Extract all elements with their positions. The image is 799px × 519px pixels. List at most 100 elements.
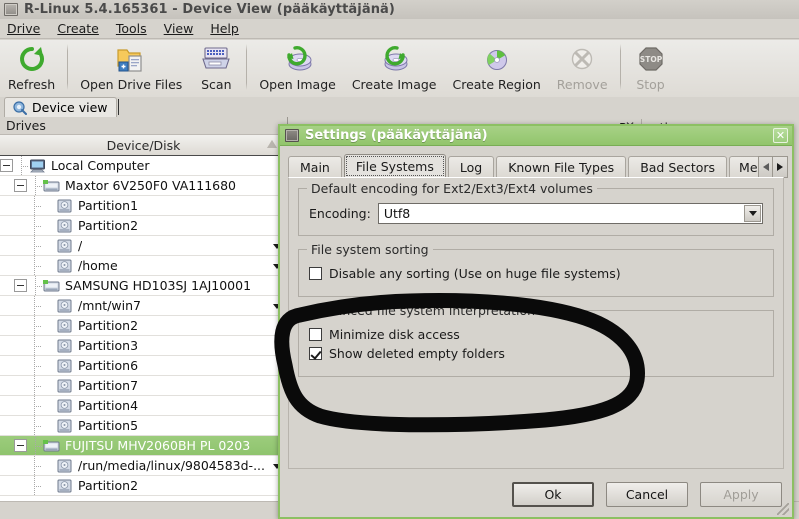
tree-connector [15,156,29,175]
apply-button[interactable]: Apply [700,482,782,507]
tree-row[interactable]: /home [0,256,287,276]
tree-row-label: Partition3 [78,338,139,353]
tree-collapse-icon[interactable] [14,279,27,292]
tree-row-label: /home [78,258,118,273]
cancel-button[interactable]: Cancel [606,482,688,507]
dialog-body: Default encoding for Ext2/Ext3/Ext4 volu… [288,177,784,469]
tree-row[interactable]: Maxtor 6V250F0 VA111680 [0,176,287,196]
tree-row[interactable]: SAMSUNG HD103SJ 1AJ10001 [0,276,287,296]
tree-row-label: Partition4 [78,398,139,413]
menu-view-label: View [163,21,194,36]
encoding-select[interactable]: Utf8 [377,203,763,224]
checkbox-row-disable-sorting[interactable]: Disable any sorting (Use on huge file sy… [309,266,763,281]
tree-row[interactable]: Partition7 [0,376,287,396]
tree-collapse-icon[interactable] [14,439,27,452]
tree-connector [28,396,42,415]
tree-row[interactable]: Local Computer [0,156,287,176]
toolbar-open-image-button[interactable]: Open Image [251,40,344,95]
scroll-right-icon[interactable] [773,156,788,178]
tree-row-label: FUJITSU MHV2060BH PL 0203 [65,438,251,453]
tree-row[interactable]: Partition2 [0,216,287,236]
menu-create[interactable]: Create [57,21,99,36]
tree-connector [28,216,42,235]
tree-row[interactable]: Partition5 [0,416,287,436]
menu-drive[interactable]: Drive [7,21,40,36]
tree-row[interactable]: FUJITSU MHV2060BH PL 0203 [0,436,287,456]
menu-view[interactable]: View [164,21,194,36]
chevron-down-icon[interactable] [744,205,761,222]
toolbar-scan-button[interactable]: Scan [190,40,242,95]
dialog-tab-log[interactable]: Log [447,156,495,178]
scroll-left-icon[interactable] [758,156,773,178]
toolbar-create-region-button[interactable]: Create Region [444,40,548,95]
tree-row[interactable]: Partition2 [0,476,287,496]
toolbar-separator [67,44,69,90]
view-tabstrip: Device view [0,97,799,117]
dialog-app-icon [285,129,299,142]
tree-row[interactable]: / [0,236,287,256]
dialog-tab-known-file-types[interactable]: Known File Types [496,156,627,178]
column-header-device-disk[interactable]: Device/Disk [0,135,287,156]
dialog-tab-main[interactable]: Main [288,156,342,178]
tree-connector [28,416,42,435]
resize-grip-icon[interactable] [777,503,789,515]
toolbar-create-region-label: Create Region [452,77,541,92]
tree-row[interactable]: Partition6 [0,356,287,376]
tree-row[interactable]: Partition3 [0,336,287,356]
menu-help[interactable]: Help [210,21,239,36]
tree-connector [28,456,42,475]
checkbox-row-minimize-disk-access[interactable]: Minimize disk access [309,327,763,342]
toolbar-refresh-button[interactable]: Refresh [0,40,63,95]
apply-button-label: Apply [723,487,759,502]
menu-tools[interactable]: Tools [116,21,147,36]
tree-row-label: Partition2 [78,478,139,493]
tree-collapse-icon[interactable] [0,159,13,172]
drives-pane: Drives Device/Disk Local Computer Maxtor … [0,117,288,502]
tree-row[interactable]: /mnt/win7 [0,296,287,316]
dialog-tab-label: Known File Types [508,160,615,175]
ok-button[interactable]: Ok [512,482,594,507]
show-deleted-empty-folders-checkbox[interactable] [309,347,322,360]
group-default-encoding: Default encoding for Ext2/Ext3/Ext4 volu… [298,181,774,236]
toolbar-open-drive-files-button[interactable]: Open Drive Files [72,40,190,95]
tree-collapse-icon[interactable] [14,179,27,192]
application-window: R-Linux 5.4.165361 - Device View (pääkäy… [0,0,799,519]
close-icon[interactable]: ✕ [773,128,788,143]
tab-device-view-label: Device view [32,100,108,115]
dialog-tab-file-systems[interactable]: File Systems [343,154,446,178]
drives-pane-header: Drives [0,117,287,135]
toolbar-stop-button[interactable]: STOP Stop [625,40,677,95]
tree-row[interactable]: Partition2 [0,316,287,336]
tree-row-label: /run/media/linux/9804583d-... [78,458,265,473]
device-tree[interactable]: Local Computer Maxtor 6V250F0 VA111680 Par… [0,156,287,502]
toolbar-remove-button[interactable]: Remove [549,40,616,95]
tree-row[interactable]: Partition4 [0,396,287,416]
checkbox-row-show-deleted-empty-folders[interactable]: Show deleted empty folders [309,346,763,361]
main-window-title: R-Linux 5.4.165361 - Device View (pääkäy… [24,2,395,17]
dialog-tab-bad-sectors[interactable]: Bad Sectors [628,156,728,178]
disable-sorting-checkbox[interactable] [309,267,322,280]
tree-row[interactable]: /run/media/linux/9804583d-... [0,456,287,476]
partition-icon [56,378,73,393]
dialog-tab-label: File Systems [355,159,434,174]
minimize-disk-access-checkbox[interactable] [309,328,322,341]
partition-icon [56,418,73,433]
tab-device-view[interactable]: Device view [4,97,117,117]
tree-row[interactable]: Partition1 [0,196,287,216]
tree-connector [28,256,42,275]
toolbar-create-image-button[interactable]: Create Image [344,40,445,95]
column-header-label: Device/Disk [106,137,181,153]
partition-icon [56,298,73,313]
